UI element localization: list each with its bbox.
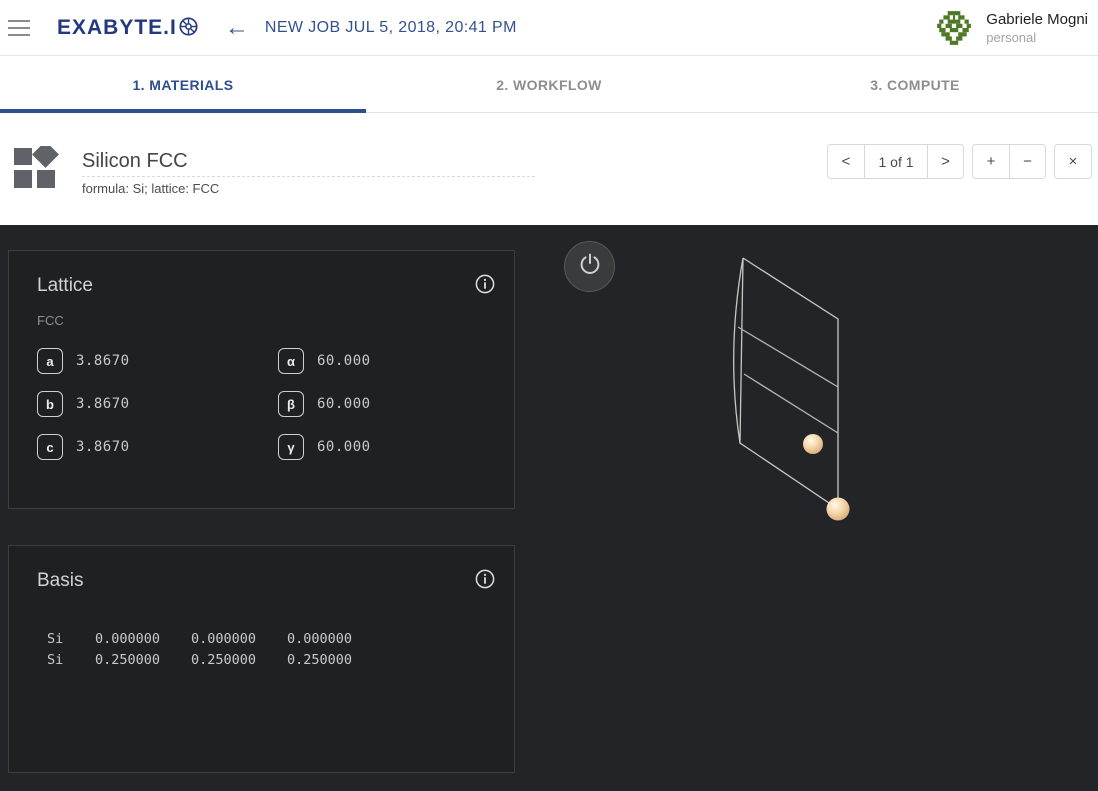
basis-coordinates-table[interactable]: Si 0.000000 0.000000 0.000000 Si 0.25000… [47, 629, 383, 671]
param-value-alpha: 60.000 [317, 353, 371, 369]
app-header: EXABYTE.I ← NEW JOB JUL 5, 2018, 20:41 P… [0, 0, 1098, 56]
material-header: Silicon FCC formula: Si; lattice: FCC < … [0, 114, 1098, 225]
basis-y: 0.000000 [191, 629, 287, 650]
step-tabs: 1. MATERIALS 2. WORKFLOW 3. COMPUTE [0, 57, 1098, 113]
unit-cell-wireframe [720, 245, 880, 545]
param-value-gamma: 60.000 [317, 439, 371, 455]
next-material-button[interactable]: > [927, 145, 963, 178]
lattice-param-gamma: γ 60.000 [278, 434, 486, 460]
param-value-a: 3.8670 [76, 353, 130, 369]
prev-material-button[interactable]: < [828, 145, 864, 178]
gear-globe-icon [178, 16, 199, 42]
lattice-param-c: c 3.8670 [37, 434, 278, 460]
add-remove-group: + − [972, 144, 1046, 179]
user-account: personal [986, 30, 1088, 45]
material-pager: < 1 of 1 > + − × [827, 144, 1092, 179]
basis-z: 0.250000 [287, 650, 383, 671]
basis-x: 0.250000 [95, 650, 191, 671]
param-badge-b: b [37, 391, 63, 417]
user-block[interactable]: Gabriele Mogni personal [935, 9, 1088, 47]
add-material-button[interactable]: + [973, 145, 1009, 178]
param-badge-alpha: α [278, 348, 304, 374]
title-divider [82, 176, 535, 177]
lattice-type: FCC [37, 313, 64, 328]
job-title: NEW JOB JUL 5, 2018, 20:41 PM [265, 19, 517, 37]
basis-z: 0.000000 [287, 629, 383, 650]
basis-row: Si 0.000000 0.000000 0.000000 [47, 629, 383, 650]
basis-y: 0.250000 [191, 650, 287, 671]
tab-materials[interactable]: 1. MATERIALS [0, 57, 366, 112]
close-material-button[interactable]: × [1055, 145, 1091, 178]
exabyte-logo[interactable]: EXABYTE.I [57, 14, 199, 42]
material-workspace: Lattice FCC a 3.8670 α 60.000 b 3.8670 [0, 225, 1098, 791]
lattice-panel-title: Lattice [37, 275, 93, 297]
basis-element: Si [47, 629, 95, 650]
param-badge-beta: β [278, 391, 304, 417]
lattice-info-icon[interactable] [475, 274, 495, 299]
lattice-param-a: a 3.8670 [37, 348, 278, 374]
structure-3d-viewer[interactable] [520, 225, 1098, 791]
menu-icon[interactable] [8, 20, 32, 36]
material-squares-icon [12, 146, 60, 197]
basis-element: Si [47, 650, 95, 671]
param-value-beta: 60.000 [317, 396, 371, 412]
basis-info-icon[interactable] [475, 569, 495, 594]
material-title: Silicon FCC [82, 150, 188, 173]
tab-workflow[interactable]: 2. WORKFLOW [366, 57, 732, 112]
tab-compute[interactable]: 3. COMPUTE [732, 57, 1098, 112]
remove-material-button[interactable]: − [1009, 145, 1045, 178]
basis-panel: Basis Si 0.000000 0.000000 0.000000 Si 0… [8, 545, 515, 773]
param-badge-c: c [37, 434, 63, 460]
basis-row: Si 0.250000 0.250000 0.250000 [47, 650, 383, 671]
param-badge-gamma: γ [278, 434, 304, 460]
param-value-c: 3.8670 [76, 439, 130, 455]
pager-nav-group: < 1 of 1 > [827, 144, 964, 179]
user-name: Gabriele Mogni [986, 11, 1088, 28]
param-badge-a: a [37, 348, 63, 374]
user-avatar[interactable] [935, 9, 973, 47]
back-arrow-button[interactable]: ← [225, 16, 249, 40]
page-indicator: 1 of 1 [864, 145, 927, 178]
atom-sphere [827, 498, 850, 521]
lattice-parameters: a 3.8670 α 60.000 b 3.8670 β 60.000 c 3.… [37, 348, 486, 460]
param-value-b: 3.8670 [76, 396, 130, 412]
basis-x: 0.000000 [95, 629, 191, 650]
lattice-param-b: b 3.8670 [37, 391, 278, 417]
atom-sphere [803, 434, 823, 454]
lattice-panel: Lattice FCC a 3.8670 α 60.000 b 3.8670 [8, 250, 515, 509]
power-icon [578, 252, 602, 281]
lattice-param-beta: β 60.000 [278, 391, 486, 417]
close-group: × [1054, 144, 1092, 179]
logo-text: EXABYTE.I [57, 16, 177, 40]
lattice-param-alpha: α 60.000 [278, 348, 486, 374]
material-subtitle: formula: Si; lattice: FCC [82, 181, 219, 196]
basis-panel-title: Basis [37, 570, 83, 592]
viewer-power-button[interactable] [564, 241, 615, 292]
